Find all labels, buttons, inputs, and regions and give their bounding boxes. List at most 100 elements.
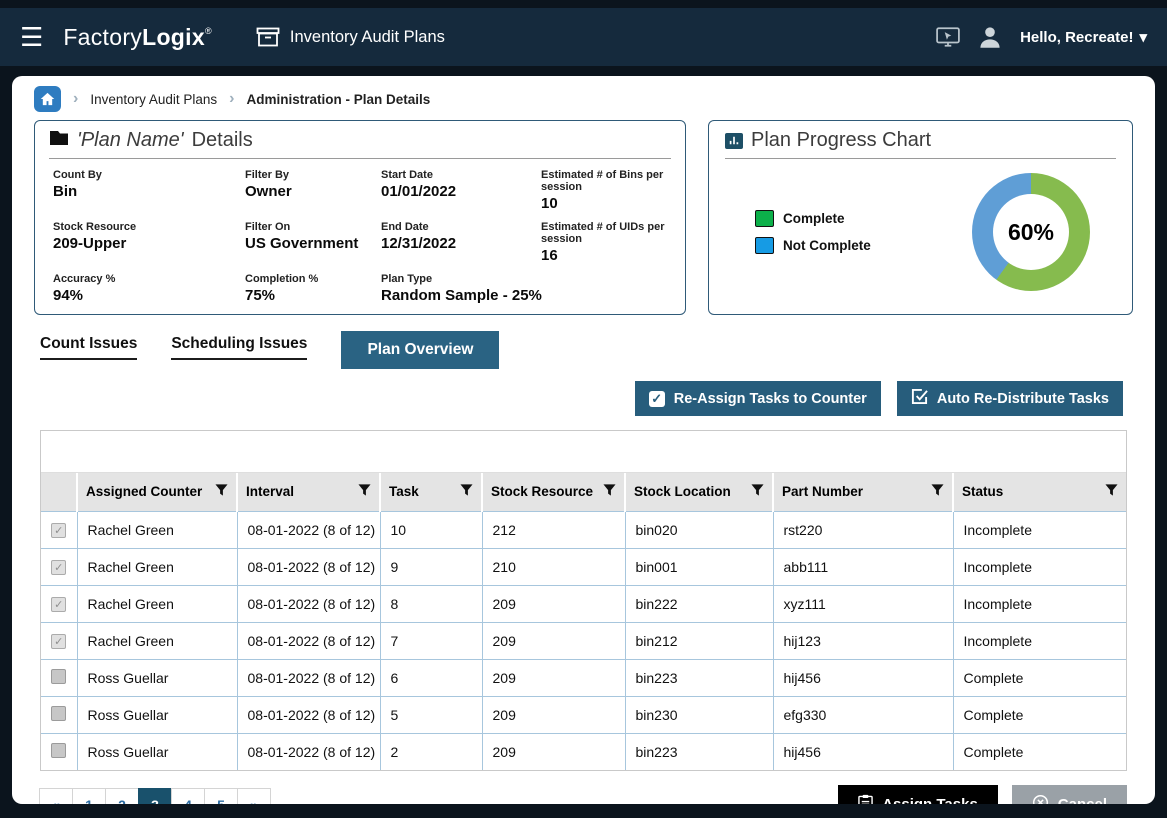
filter-icon[interactable] <box>358 483 371 500</box>
cell-stock-location: bin223 <box>625 733 773 770</box>
row-checkbox[interactable]: ✓ <box>51 560 66 575</box>
field-value: 16 <box>541 247 671 264</box>
auto-redistribute-button[interactable]: Auto Re-Distribute Tasks <box>897 381 1123 416</box>
column-header-stock-location[interactable]: Stock Location <box>625 473 773 511</box>
row-select-cell <box>41 733 77 770</box>
home-button[interactable] <box>34 86 61 112</box>
detail-field: End Date12/31/2022 <box>381 221 533 264</box>
user-greeting-menu[interactable]: Hello, Recreate! ▾ <box>1020 28 1147 46</box>
filter-icon[interactable] <box>751 483 764 500</box>
table-row[interactable]: Ross Guellar08-01-2022 (8 of 12)2209bin2… <box>41 733 1126 770</box>
table-row[interactable]: ✓Rachel Green08-01-2022 (8 of 12)9210bin… <box>41 548 1126 585</box>
detail-field: Completion %75% <box>245 273 373 304</box>
filter-icon[interactable] <box>460 483 473 500</box>
table-row[interactable]: Ross Guellar08-01-2022 (8 of 12)5209bin2… <box>41 696 1126 733</box>
pagination-last[interactable]: » <box>237 788 271 805</box>
detail-field: Accuracy %94% <box>53 273 237 304</box>
field-value: Owner <box>245 183 373 200</box>
breadcrumb-item-inventory-audit-plans[interactable]: Inventory Audit Plans <box>90 92 217 107</box>
cell-part-number: efg330 <box>773 696 953 733</box>
row-select-cell: ✓ <box>41 548 77 585</box>
row-checkbox[interactable]: ✓ <box>51 634 66 649</box>
row-select-cell <box>41 659 77 696</box>
cell-task: 10 <box>380 511 482 548</box>
cell-status: Incomplete <box>953 622 1126 659</box>
table-body: ✓Rachel Green08-01-2022 (8 of 12)10212bi… <box>41 511 1126 770</box>
row-select-cell <box>41 696 77 733</box>
pagination-page-2[interactable]: 2 <box>105 788 139 805</box>
details-label: Details <box>192 129 253 152</box>
cell-stock-location: bin212 <box>625 622 773 659</box>
legend-label: Complete <box>783 211 845 226</box>
filter-icon[interactable] <box>603 483 616 500</box>
auto-redistribute-label: Auto Re-Distribute Tasks <box>937 391 1109 407</box>
table-row[interactable]: Ross Guellar08-01-2022 (8 of 12)6209bin2… <box>41 659 1126 696</box>
registered-mark: ® <box>205 26 212 36</box>
column-header-task[interactable]: Task <box>380 473 482 511</box>
brand-logo: FactoryLogix® <box>63 24 212 51</box>
row-checkbox[interactable]: ✓ <box>51 523 66 538</box>
field-label: Count By <box>53 169 237 181</box>
cell-stock-location: bin230 <box>625 696 773 733</box>
pagination-first[interactable]: « <box>39 788 73 805</box>
table-row[interactable]: ✓Rachel Green08-01-2022 (8 of 12)10212bi… <box>41 511 1126 548</box>
tab-scheduling-issues[interactable]: Scheduling Issues <box>171 335 307 360</box>
pagination-page-1[interactable]: 1 <box>72 788 106 805</box>
hamburger-menu-icon[interactable]: ☰ <box>20 24 43 50</box>
donut-chart: 60% <box>972 173 1090 291</box>
table-row[interactable]: ✓Rachel Green08-01-2022 (8 of 12)8209bin… <box>41 585 1126 622</box>
cancel-button[interactable]: Cancel <box>1012 785 1127 804</box>
column-header-interval[interactable]: Interval <box>237 473 380 511</box>
legend-item: Complete <box>755 210 871 227</box>
row-checkbox[interactable] <box>51 669 66 684</box>
filter-icon[interactable] <box>1105 483 1118 500</box>
filter-icon[interactable] <box>215 483 228 500</box>
tab-count-issues[interactable]: Count Issues <box>40 335 137 360</box>
cell-assigned-counter: Ross Guellar <box>77 733 237 770</box>
chevron-down-icon: ▾ <box>1139 28 1147 46</box>
top-header-bar: ☰ FactoryLogix® Inventory Audit Plans <box>0 8 1167 66</box>
cell-status: Complete <box>953 696 1126 733</box>
row-checkbox[interactable] <box>51 743 66 758</box>
cell-stock-resource: 209 <box>482 696 625 733</box>
table-row[interactable]: ✓Rachel Green08-01-2022 (8 of 12)7209bin… <box>41 622 1126 659</box>
field-value: 01/01/2022 <box>381 183 533 200</box>
column-header-label: Assigned Counter <box>86 484 202 499</box>
column-header-part-number[interactable]: Part Number <box>773 473 953 511</box>
row-checkbox[interactable]: ✓ <box>51 597 66 612</box>
clipboard-icon <box>858 794 873 804</box>
pagination: «12345» <box>40 788 271 805</box>
user-avatar-icon[interactable] <box>978 25 1002 49</box>
bar-chart-icon <box>725 133 743 149</box>
cell-interval: 08-01-2022 (8 of 12) <box>237 659 380 696</box>
column-header-status[interactable]: Status <box>953 473 1126 511</box>
monitor-icon[interactable] <box>936 27 960 47</box>
column-header-stock-resource[interactable]: Stock Resource <box>482 473 625 511</box>
row-checkbox[interactable] <box>51 706 66 721</box>
row-select-cell: ✓ <box>41 622 77 659</box>
breadcrumb-separator: › <box>73 90 78 108</box>
pagination-page-5[interactable]: 5 <box>204 788 238 805</box>
field-value: 10 <box>541 195 671 212</box>
cell-part-number: hij456 <box>773 659 953 696</box>
page-title: Inventory Audit Plans <box>290 28 445 47</box>
filter-icon[interactable] <box>931 483 944 500</box>
field-label: Estimated # of Bins per session <box>541 169 671 193</box>
column-header-assigned-counter[interactable]: Assigned Counter <box>77 473 237 511</box>
reassign-tasks-button[interactable]: ✓ Re-Assign Tasks to Counter <box>635 381 881 416</box>
pagination-page-4[interactable]: 4 <box>171 788 205 805</box>
legend-swatch <box>755 210 774 227</box>
pagination-page-3[interactable]: 3 <box>138 788 172 805</box>
cell-assigned-counter: Rachel Green <box>77 585 237 622</box>
cell-stock-resource: 209 <box>482 659 625 696</box>
tab-plan-overview[interactable]: Plan Overview <box>341 331 499 369</box>
assign-tasks-button[interactable]: Assign Tasks <box>838 785 998 804</box>
cell-stock-resource: 209 <box>482 733 625 770</box>
row-select-cell: ✓ <box>41 585 77 622</box>
tasks-table: Assigned Counter IntervalTaskStock Resour… <box>41 473 1126 770</box>
table-header-row: Assigned Counter IntervalTaskStock Resour… <box>41 473 1126 511</box>
detail-field: Stock Resource209-Upper <box>53 221 237 264</box>
redistribute-check-icon <box>911 388 928 409</box>
brand-factory: Factory <box>63 24 142 51</box>
field-label: Accuracy % <box>53 273 237 285</box>
